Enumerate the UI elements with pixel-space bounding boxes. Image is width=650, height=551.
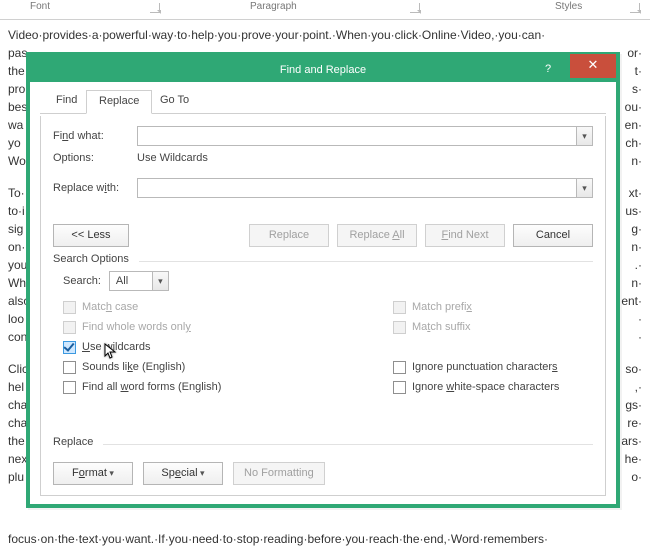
doc-line: t· [635,62,642,80]
ribbon-strip: Font Paragraph Styles [0,0,650,20]
doc-line: Video·provides·a·powerful·way·to·help·yo… [8,26,642,44]
find-what-input[interactable]: ▾ [137,126,593,146]
no-formatting-button[interactable]: No Formatting [233,462,325,485]
ribbon-launcher-styles[interactable] [630,3,640,13]
doc-line: · [638,328,642,346]
chevron-down-icon[interactable]: ▾ [576,179,592,197]
doc-line: g· [631,220,642,238]
doc-line: .· [635,256,642,274]
doc-line: ent· [621,292,642,310]
close-button[interactable]: ✕ [570,54,616,78]
ribbon-launcher-paragraph[interactable] [410,3,420,13]
search-options-heading: Search Options [53,253,593,265]
doc-line: focus·on·the·text·you·want.·If·you·need·… [8,530,642,548]
find-next-button[interactable]: Find Next [425,224,505,247]
ribbon-group-styles: Styles [555,1,582,12]
dialog-titlebar[interactable]: Find and Replace ? ✕ [30,56,616,82]
search-direction-label: Search: [63,275,101,287]
replace-section-heading: Replace [53,436,593,448]
ribbon-group-paragraph: Paragraph [250,1,297,12]
check-sounds-like[interactable]: Sounds like (English) [63,357,393,377]
doc-line: or· [627,44,642,62]
format-button[interactable]: Format [53,462,133,485]
check-whole-words: Find whole words only [63,317,393,337]
help-button[interactable]: ? [528,56,568,82]
doc-line: us· [625,202,642,220]
find-replace-dialog: Find and Replace ? ✕ Find Replace Go To … [26,52,620,508]
chevron-down-icon[interactable]: ▾ [152,272,168,290]
tab-find[interactable]: Find [44,90,89,114]
check-match-prefix: Match prefix [393,297,593,317]
doc-line: n· [631,238,642,256]
doc-line: so· [625,360,642,378]
ribbon-group-font: Font [30,1,50,12]
doc-line: ars· [621,432,642,450]
chevron-down-icon[interactable]: ▾ [576,127,592,145]
ribbon-launcher-font[interactable] [150,3,160,13]
special-button[interactable]: Special [143,462,223,485]
check-word-forms[interactable]: Find all word forms (English) [63,377,393,397]
replace-with-input[interactable]: ▾ [137,178,593,198]
check-ignore-punctuation[interactable]: Ignore punctuation characters [393,357,593,377]
doc-line: · [638,310,642,328]
dialog-body: Find what: ▾ Options: Use Wildcards Repl… [40,116,606,496]
check-match-suffix: Match suffix [393,317,593,337]
doc-line: gs· [625,396,642,414]
doc-line: xt· [629,184,642,202]
doc-line: he· [625,450,642,468]
options-value: Use Wildcards [137,152,208,164]
replace-with-label: Replace with: [53,182,137,194]
dialog-title: Find and Replace [280,64,366,76]
doc-line: en· [625,116,642,134]
doc-line: n· [631,152,642,170]
tab-replace[interactable]: Replace [86,90,152,114]
doc-line: ch· [625,134,642,152]
doc-line: n· [631,274,642,292]
tabbar: Find Replace Go To [40,90,606,114]
options-label: Options: [53,152,137,164]
replace-all-button[interactable]: Replace All [337,224,417,247]
doc-line: re· [627,414,642,432]
replace-button[interactable]: Replace [249,224,329,247]
check-ignore-whitespace[interactable]: Ignore white-space characters [393,377,593,397]
tab-goto[interactable]: Go To [148,90,201,114]
doc-line: ou· [625,98,642,116]
cancel-button[interactable]: Cancel [513,224,593,247]
find-what-label: Find what: [53,130,137,142]
less-button[interactable]: << Less [53,224,129,247]
doc-line: o· [631,468,642,486]
doc-line: ,· [635,378,642,396]
search-direction-select[interactable]: All▾ [109,271,169,291]
doc-line: s· [632,80,642,98]
check-match-case: Match case [63,297,393,317]
check-use-wildcards[interactable]: Use wildcards [63,337,393,357]
